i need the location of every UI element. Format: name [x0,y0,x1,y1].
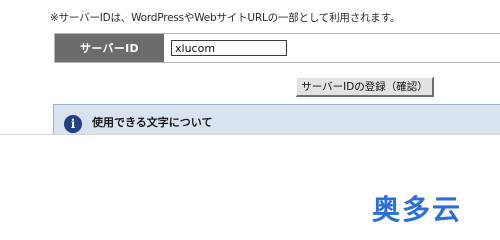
registration-panel: ※サーバーIDは、WordPressやWebサイトURLの一部として利用されます… [0,0,500,135]
server-id-input[interactable] [171,40,287,56]
server-id-row: サーバーID [54,33,500,63]
info-section-title: 使用できる文字について [92,116,213,129]
info-section-header: i 使用できる文字について [53,104,500,134]
server-id-note: ※サーバーIDは、WordPressやWebサイトURLの一部として利用されます… [50,12,401,24]
server-id-label: サーバーID [55,34,164,62]
register-server-id-button[interactable]: サーバーIDの登録（確認） [296,77,434,97]
info-icon: i [64,115,82,133]
watermark-logo: 奥多云 [372,193,463,226]
